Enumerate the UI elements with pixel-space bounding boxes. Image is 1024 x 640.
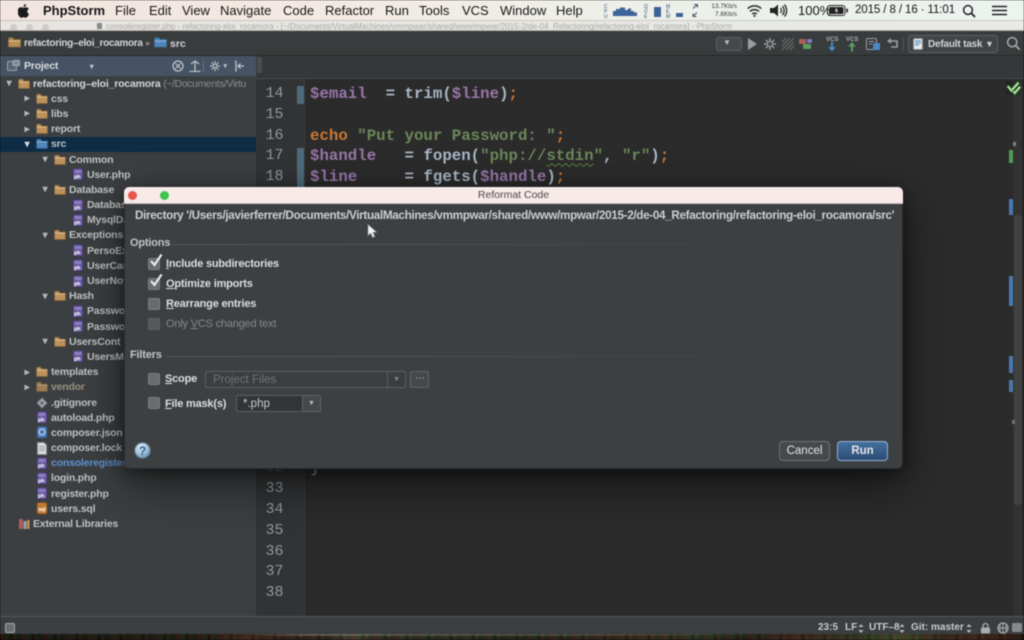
- svg-text:U: U: [604, 14, 608, 19]
- svg-text:M: M: [666, 14, 670, 19]
- svg-text:sql: sql: [38, 507, 46, 513]
- svg-text:VCS: VCS: [846, 37, 858, 43]
